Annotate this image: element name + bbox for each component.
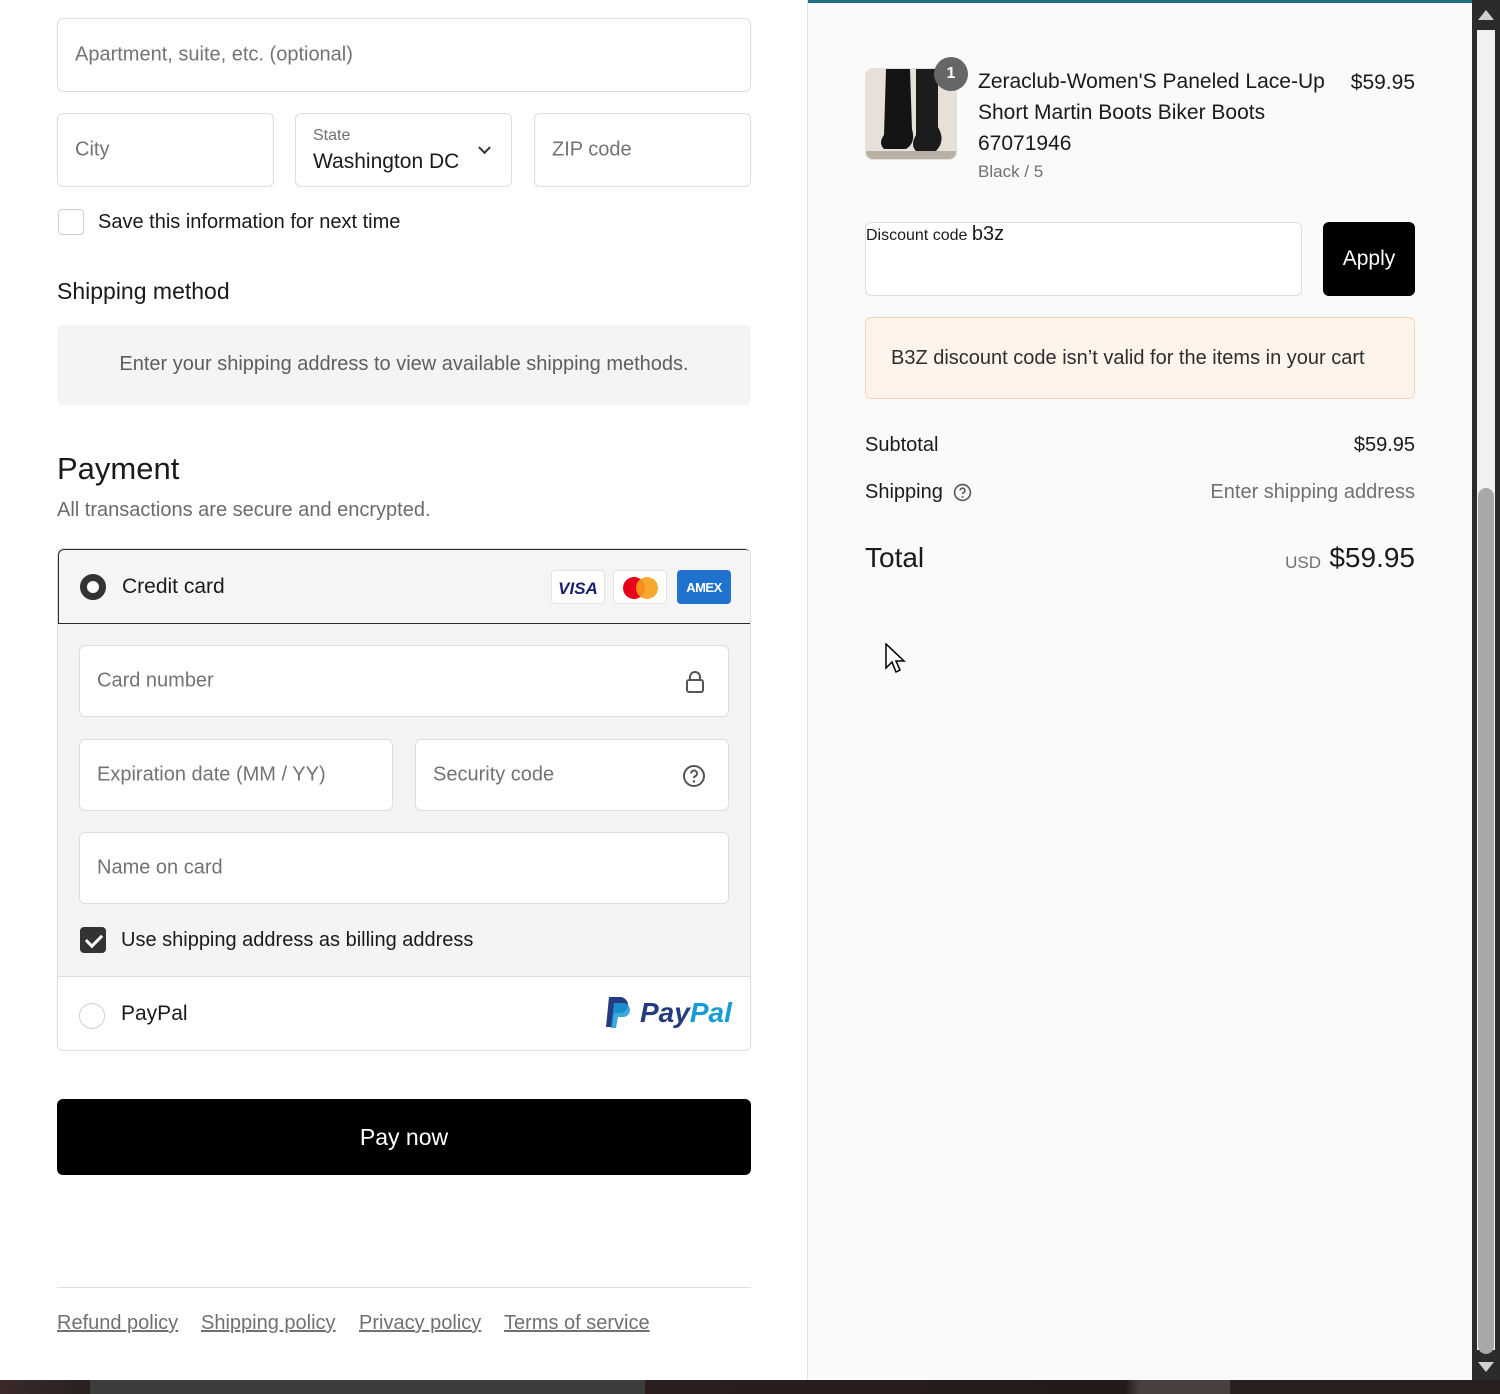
payment-title: Payment — [57, 451, 180, 486]
visa-icon: VISA — [551, 570, 605, 604]
payment-subtitle: All transactions are secure and encrypte… — [57, 499, 431, 521]
credit-card-radio[interactable] — [80, 574, 106, 600]
zip-placeholder: ZIP code — [552, 138, 632, 161]
product-price: $59.95 — [1350, 71, 1415, 94]
card-number-placeholder: Card number — [97, 669, 214, 692]
card-number-input[interactable]: Card number — [79, 645, 729, 717]
total-currency: USD — [1285, 553, 1321, 572]
security-code-placeholder: Security code — [433, 763, 555, 786]
discount-code-input[interactable]: Discount code b3z — [865, 222, 1302, 296]
page-scrollbar[interactable] — [1472, 0, 1500, 1380]
shipping-help-icon[interactable] — [953, 483, 972, 502]
footer-divider — [57, 1287, 751, 1288]
billing-same-checkbox[interactable] — [80, 927, 106, 953]
lock-icon — [686, 671, 704, 693]
product-title-line3: 67071946 — [978, 132, 1072, 155]
subtotal-value: $59.95 — [1353, 434, 1415, 456]
payment-methods: Credit card VISA AMEX Card number Expira… — [57, 548, 751, 1051]
pay-now-button[interactable]: Pay now — [57, 1099, 751, 1175]
discount-code-label: Discount code — [866, 227, 968, 244]
terms-of-service-link[interactable]: Terms of service — [504, 1312, 650, 1335]
apartment-placeholder: Apartment, suite, etc. (optional) — [75, 43, 353, 66]
taskbar-strip — [0, 1380, 1500, 1394]
zip-input[interactable]: ZIP code — [534, 113, 751, 187]
name-on-card-input[interactable]: Name on card — [79, 832, 729, 904]
paypal-option[interactable]: PayPal PayPal — [58, 977, 750, 1050]
privacy-policy-link[interactable]: Privacy policy — [359, 1312, 481, 1335]
discount-error-text: B3Z discount code isn’t valid for the it… — [891, 347, 1365, 369]
shipping-value: Enter shipping address — [1210, 481, 1415, 503]
credit-card-form: Card number Expiration date (MM / YY) Se… — [58, 624, 750, 977]
mastercard-icon — [613, 570, 667, 604]
total-value: $59.95 — [1329, 542, 1415, 573]
product-title-line2: Short Martin Boots Biker Boots — [978, 101, 1266, 124]
visa-logo-text: VISA — [558, 579, 598, 598]
name-on-card-placeholder: Name on card — [97, 856, 223, 879]
credit-card-option[interactable]: Credit card VISA AMEX — [58, 549, 750, 624]
apply-discount-button[interactable]: Apply — [1323, 222, 1415, 296]
shipping-method-notice: Enter your shipping address to view avai… — [57, 325, 751, 405]
amex-icon: AMEX — [677, 570, 731, 604]
amex-logo-text: AMEX — [686, 580, 722, 595]
scroll-down-arrow-icon[interactable] — [1478, 1362, 1494, 1372]
apartment-input[interactable]: Apartment, suite, etc. (optional) — [57, 18, 751, 92]
product-title-line1: Zeraclub-Women'S Paneled Lace-Up — [978, 70, 1325, 93]
state-value: Washington DC — [313, 150, 460, 173]
shipping-policy-link[interactable]: Shipping policy — [201, 1312, 336, 1335]
save-info-label: Save this information for next time — [98, 211, 401, 233]
credit-card-label: Credit card — [122, 575, 225, 598]
expiration-placeholder: Expiration date (MM / YY) — [97, 763, 326, 786]
refund-policy-link[interactable]: Refund policy — [57, 1312, 178, 1335]
state-label: State — [313, 127, 351, 144]
discount-code-value: b3z — [971, 223, 1005, 245]
shipping-method-title: Shipping method — [57, 278, 230, 304]
total-label: Total — [865, 542, 925, 573]
save-info-checkbox[interactable] — [58, 209, 84, 235]
shipping-method-notice-text: Enter your shipping address to view avai… — [119, 353, 689, 375]
paypal-icon — [606, 997, 630, 1028]
product-variant: Black / 5 — [978, 162, 1044, 181]
city-placeholder: City — [75, 138, 110, 161]
paypal-label: PayPal — [121, 1002, 188, 1025]
scroll-thumb[interactable] — [1478, 488, 1494, 1354]
billing-same-label: Use shipping address as billing address — [121, 929, 474, 951]
scroll-up-arrow-icon[interactable] — [1478, 10, 1494, 20]
shipping-label: Shipping — [865, 481, 943, 503]
expiration-input[interactable]: Expiration date (MM / YY) — [79, 739, 393, 811]
help-circle-icon[interactable] — [682, 764, 706, 788]
quantity-badge: 1 — [934, 57, 968, 91]
city-input[interactable]: City — [57, 113, 274, 187]
paypal-logo: PayPal — [640, 997, 732, 1028]
paypal-radio[interactable] — [79, 1003, 105, 1029]
state-select[interactable]: State Washington DC — [295, 113, 512, 187]
security-code-input[interactable]: Security code — [415, 739, 729, 811]
mouse-cursor-icon — [885, 643, 906, 674]
order-summary-column — [808, 3, 1472, 1380]
discount-error-banner: B3Z discount code isn’t valid for the it… — [865, 317, 1415, 399]
chevron-down-icon — [478, 141, 491, 155]
subtotal-label: Subtotal — [865, 434, 939, 456]
